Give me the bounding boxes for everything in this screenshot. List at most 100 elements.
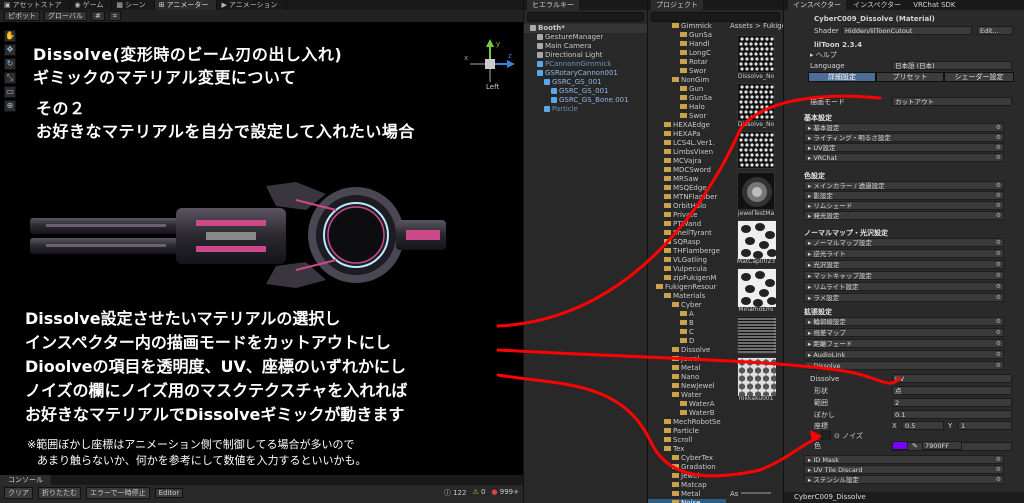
folder-item[interactable]: NonGim [648, 76, 726, 85]
folder-item[interactable]: Water [648, 391, 726, 400]
tab-animation[interactable]: ▶ アニメーション [217, 0, 287, 10]
folder-item[interactable]: PTWand [648, 220, 726, 229]
folder-item[interactable]: OrbitHalo [648, 202, 726, 211]
editor-dropdown[interactable]: Editor [154, 488, 184, 498]
settings-foldout[interactable]: ▸ リムライト設定 [804, 282, 1004, 291]
folder-item[interactable]: Handl [648, 40, 726, 49]
coord-x-field[interactable]: 0.5 [902, 421, 944, 430]
folder-item[interactable]: A [648, 310, 726, 319]
error-count[interactable]: ● 999+ [491, 488, 519, 498]
pivot-button[interactable]: ピボット [4, 11, 40, 21]
hierarchy-item[interactable]: Booth* [524, 24, 647, 33]
rect-tool-icon[interactable]: ▭ [4, 86, 16, 98]
hierarchy-item[interactable]: GSRC_GS_Bone.001 [524, 96, 647, 105]
folder-item[interactable]: zipFukigenM [648, 274, 726, 283]
coord-y-field[interactable]: 1 [958, 421, 1012, 430]
warning-count[interactable]: ⚠ 0 [472, 488, 485, 498]
settings-foldout[interactable]: ▸ 逆光ライト [804, 249, 1004, 258]
settings-foldout[interactable]: ▸ UV設定 [804, 143, 1004, 152]
settings-foldout[interactable]: ▸ ノーマルマップ設定 [804, 238, 1004, 247]
settings-foldout[interactable]: ▸ メインカラー / 透過設定 [804, 181, 1004, 190]
help-foldout[interactable]: ▸ ヘルプ [784, 50, 1024, 60]
mode-advanced-button[interactable]: 詳細設定 [808, 72, 876, 82]
tab-inspector[interactable]: インスペクター [788, 0, 847, 10]
folder-item[interactable]: Scroll [648, 436, 726, 445]
settings-foldout[interactable]: ▸ 影設定 [804, 191, 1004, 200]
settings-foldout[interactable]: ▸ UV Tile Discard [804, 465, 1004, 474]
folder-item[interactable]: THFlamberge [648, 247, 726, 256]
folder-item[interactable]: LimbsVixen [648, 148, 726, 157]
folder-item[interactable]: B [648, 319, 726, 328]
folder-item[interactable]: HEXAPa [648, 130, 726, 139]
tab-game[interactable]: ◉ ゲーム [71, 0, 113, 10]
folder-item[interactable]: Metal [648, 490, 726, 499]
hand-tool-icon[interactable]: ✋ [4, 30, 16, 42]
folder-item[interactable]: D [648, 337, 726, 346]
settings-foldout[interactable]: ▸ 発光設定 [804, 211, 1004, 220]
hierarchy-item[interactable]: GSRC_GS_001 [524, 78, 647, 87]
folder-item[interactable]: C [648, 328, 726, 337]
settings-foldout[interactable]: ▸ 距離フェード [804, 339, 1004, 348]
rotate-tool-icon[interactable]: ↻ [4, 58, 16, 70]
folder-item[interactable]: Cyber [648, 301, 726, 310]
thumbnail-size-slider[interactable]: As [730, 490, 783, 499]
settings-foldout[interactable]: ▸ マットキャップ設定 [804, 271, 1004, 280]
dissolve-color-swatch[interactable] [892, 441, 908, 450]
settings-foldout[interactable]: ▸ Dissolve [804, 361, 1004, 370]
tab-vrchat-sdk[interactable]: VRChat SDK [908, 0, 960, 10]
tab-inspector-2[interactable]: インスペクター [848, 0, 906, 10]
folder-item[interactable]: HEXAEdge [648, 121, 726, 130]
asset-item[interactable]: MinamoEmi [736, 268, 777, 313]
folder-item[interactable]: Dissolve [648, 346, 726, 355]
folder-item[interactable]: Gun [648, 85, 726, 94]
asset-item[interactable]: Dissolve_No [736, 35, 776, 80]
settings-foldout[interactable]: ▸ 輪郭線設定 [804, 317, 1004, 326]
tab-asset-store[interactable]: ▣ アセットストア [0, 0, 71, 10]
weapon-model[interactable] [26, 180, 456, 290]
asset-item[interactable]: Dissolve_No [736, 83, 776, 128]
folder-item[interactable]: Private [648, 211, 726, 220]
folder-item[interactable]: WaterB [648, 409, 726, 418]
folder-item[interactable]: Jewel [648, 355, 726, 364]
move-tool-icon[interactable]: ✥ [4, 44, 16, 56]
tab-animator[interactable]: ⊞ アニメーター [154, 0, 218, 10]
info-count[interactable]: ⓘ 122 [444, 488, 467, 498]
tab-hierarchy[interactable]: ヒエラルキー [527, 0, 579, 10]
collapse-button[interactable]: 折りたたむ [38, 487, 81, 499]
shape-dropdown[interactable]: 点 [892, 386, 1012, 395]
render-mode-dropdown[interactable]: カットアウト [892, 97, 1012, 106]
hierarchy-item[interactable]: Main Camera [524, 42, 647, 51]
folder-item[interactable]: SQRasp [648, 238, 726, 247]
folder-item[interactable]: Swor [648, 112, 726, 121]
folder-item[interactable]: MSQEdge [648, 184, 726, 193]
folder-item[interactable]: GunSa [648, 31, 726, 40]
folder-item[interactable]: MTNFlamber [648, 193, 726, 202]
settings-foldout[interactable]: ▸ 基本設定 [804, 123, 1004, 132]
global-button[interactable]: グローバル [44, 11, 87, 21]
hierarchy-search-input[interactable] [527, 12, 644, 22]
range-field[interactable]: 2 [892, 398, 1012, 407]
hierarchy-item[interactable]: Directional Light [524, 51, 647, 60]
hierarchy-item[interactable]: GestureManager [524, 33, 647, 42]
mode-shader-settings-button[interactable]: シェーダー設定 [944, 72, 1014, 82]
scene-view[interactable]: ピボット グローバル # ⌗ ✋ ✥ ↻ ⤡ ▭ ⊕ y z x Left Di… [0, 10, 523, 475]
blur-field[interactable]: 0.1 [892, 410, 1012, 419]
folder-item[interactable]: Vulpecula [648, 265, 726, 274]
eyedropper-icon[interactable]: ✎ [912, 441, 922, 451]
shader-dropdown[interactable]: Hidden/lilToonCutout [842, 26, 972, 35]
settings-foldout[interactable]: ▸ AudioLink [804, 350, 1004, 359]
language-dropdown[interactable]: 日本語 (日本) [892, 61, 1012, 70]
folder-item[interactable]: Particle [648, 427, 726, 436]
error-pause-button[interactable]: エラーで一時停止 [86, 487, 150, 499]
noise-texture-slot[interactable] [821, 431, 831, 440]
dissolve-mode-dropdown[interactable]: UV [892, 374, 1012, 383]
folder-item[interactable]: Matcap [648, 481, 726, 490]
transform-tool-icon[interactable]: ⊕ [4, 100, 16, 112]
folder-item[interactable]: MRSaw [648, 175, 726, 184]
settings-foldout[interactable]: ▸ 視差マップ [804, 328, 1004, 337]
hierarchy-item[interactable]: GSRotaryCannon001 [524, 69, 647, 78]
asset-item[interactable] [736, 316, 776, 354]
project-search-input[interactable] [651, 12, 780, 22]
asset-item[interactable]: MatCap0023 [736, 220, 777, 265]
folder-item[interactable]: Halo [648, 103, 726, 112]
